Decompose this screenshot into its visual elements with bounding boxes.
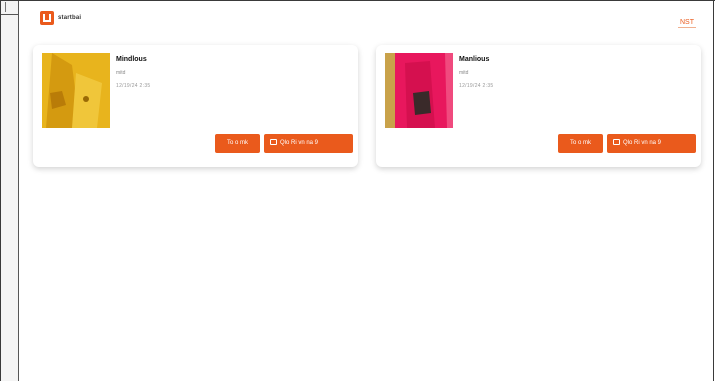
product-name: Manlious xyxy=(459,56,490,63)
product-image[interactable] xyxy=(42,53,110,128)
secondary-action-button[interactable]: To o mk xyxy=(558,134,603,153)
primary-action-label: Qlo Ri vn na 9 xyxy=(280,140,319,146)
logo-text: startbai xyxy=(58,15,82,21)
product-card: Mindlous mitd 12/19/24 2:35 To o mk Qlo … xyxy=(33,45,358,167)
gutter-handle-icon xyxy=(5,2,15,12)
logo-icon xyxy=(40,11,54,25)
product-card: Manlious mitd 12/19/24 2:35 To o mk Qlo … xyxy=(376,45,701,167)
primary-action-button[interactable]: Qlo Ri vn na 9 xyxy=(264,134,353,153)
product-name: Mindlous xyxy=(116,56,147,63)
top-right-link[interactable]: NST xyxy=(678,19,696,28)
cart-icon xyxy=(270,139,277,146)
product-meta: mitd xyxy=(116,70,126,76)
product-image[interactable] xyxy=(385,53,453,128)
cart-icon xyxy=(613,139,620,146)
product-date: 12/19/24 2:35 xyxy=(116,83,151,89)
left-gutter xyxy=(1,1,19,381)
product-image-art xyxy=(385,53,453,128)
primary-action-label: Qlo Ri vn na 9 xyxy=(623,140,662,146)
product-date: 12/19/24 2:35 xyxy=(459,83,494,89)
gutter-header xyxy=(1,0,19,15)
product-image-art xyxy=(42,53,110,128)
main-content: startbai NST Mindlous mitd 12/19/24 2:35… xyxy=(19,1,713,381)
primary-action-button[interactable]: Qlo Ri vn na 9 xyxy=(607,134,696,153)
window-frame-right xyxy=(713,0,714,381)
product-meta: mitd xyxy=(459,70,469,76)
secondary-action-button[interactable]: To o mk xyxy=(215,134,260,153)
app-logo[interactable]: startbai xyxy=(40,11,81,25)
